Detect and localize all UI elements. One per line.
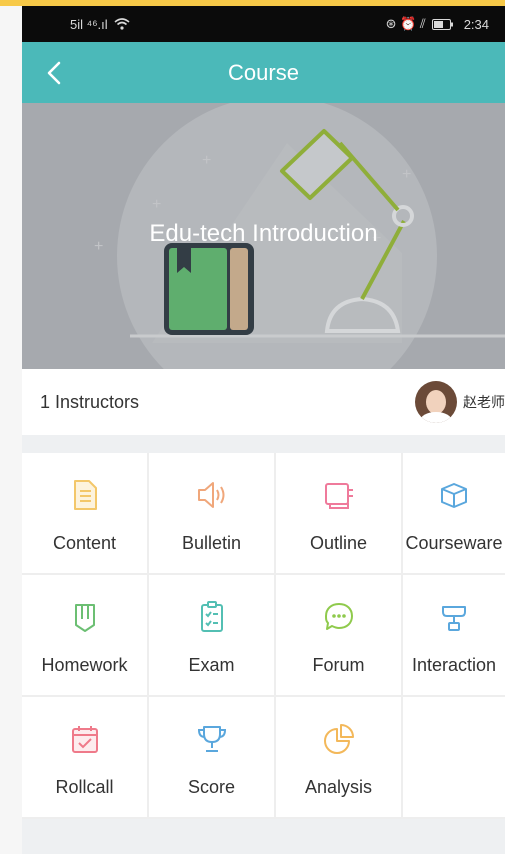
svg-text:+: +	[402, 166, 411, 183]
teacher-name: 赵老师	[463, 394, 505, 410]
grid-row-3: Rollcall Score Analysis	[22, 697, 505, 819]
homework-icon	[74, 604, 95, 632]
menu-item-forum[interactable]: Forum	[276, 575, 403, 695]
trophy-icon	[197, 726, 226, 752]
menu-item-empty	[403, 697, 505, 817]
clipboard-check-icon	[200, 601, 223, 632]
course-title: Edu-tech Introduction	[149, 220, 378, 247]
menu-item-bulletin[interactable]: Bulletin	[149, 453, 276, 573]
feature-grid: Content Bulletin Outline Courseware Home…	[22, 453, 505, 819]
svg-text:+: +	[152, 196, 161, 213]
avatar-body	[420, 412, 452, 423]
status-time: 2:34	[463, 16, 489, 32]
menu-item-label: Homework	[41, 655, 128, 675]
menu-item-courseware[interactable]: Courseware	[403, 453, 505, 573]
menu-item-label: Exam	[188, 655, 235, 675]
menu-item-interaction[interactable]: Interaction	[403, 575, 505, 695]
menu-item-label: Rollcall	[55, 777, 114, 797]
menu-item-label: Interaction	[411, 655, 497, 675]
menu-item-exam[interactable]: Exam	[149, 575, 276, 695]
menu-item-homework[interactable]: Homework	[22, 575, 149, 695]
menu-item-label: Courseware	[405, 533, 503, 553]
instructors-count: 1 Instructors	[40, 391, 140, 412]
menu-item-label: Outline	[309, 533, 368, 553]
course-banner: + + + + + Edu-tech Introduction	[22, 103, 505, 369]
phone-screen: 5il ⁴⁶.ıl ⊛ ⏰ ⫽ 2:34 Course + + + + + Ed…	[22, 6, 505, 854]
speaker-icon	[197, 482, 224, 508]
grid-row-2: Homework Exam Forum Interaction	[22, 575, 505, 697]
menu-item-label: Forum	[312, 655, 365, 675]
left-gutter	[0, 6, 22, 854]
menu-item-rollcall[interactable]: Rollcall	[22, 697, 149, 817]
status-left: 5il ⁴⁶.ıl	[70, 17, 130, 32]
grid-row-1: Content Bulletin Outline Courseware	[22, 453, 505, 575]
presentation-icon	[442, 606, 466, 631]
menu-item-label: Content	[52, 533, 117, 553]
instructors-row[interactable]: 1 Instructors 赵老师	[22, 369, 505, 435]
chat-icon	[324, 603, 353, 630]
back-button[interactable]	[32, 42, 76, 103]
status-right: ⊛ ⏰ ⫽ 2:34	[386, 16, 489, 32]
wifi-icon	[114, 18, 130, 30]
outline-icon	[324, 483, 353, 509]
svg-text:+: +	[202, 152, 211, 169]
chevron-left-icon	[47, 61, 61, 84]
menu-item-outline[interactable]: Outline	[276, 453, 403, 573]
status-icons: ⊛ ⏰ ⫽	[385, 16, 426, 31]
menu-item-label: Score	[187, 777, 236, 797]
status-bar: 5il ⁴⁶.ıl ⊛ ⏰ ⫽ 2:34	[22, 6, 505, 42]
menu-item-content[interactable]: Content	[22, 453, 149, 573]
pie-chart-icon	[323, 724, 354, 754]
box-icon	[441, 483, 467, 508]
page-title: Course	[228, 59, 299, 85]
signal-icon: 5il ⁴⁶.ıl	[70, 16, 108, 32]
document-icon	[73, 480, 97, 510]
bottom-area	[22, 819, 505, 854]
teacher-entry[interactable]: 赵老师	[415, 381, 505, 423]
menu-item-score[interactable]: Score	[149, 697, 276, 817]
avatar-face	[426, 390, 446, 414]
calendar-check-icon	[71, 726, 98, 753]
battery-icon	[431, 18, 453, 30]
menu-item-analysis[interactable]: Analysis	[276, 697, 403, 817]
avatar	[415, 381, 457, 423]
nav-bar: Course	[22, 42, 505, 103]
menu-item-label: Bulletin	[181, 533, 242, 553]
menu-item-label: Analysis	[304, 777, 373, 797]
